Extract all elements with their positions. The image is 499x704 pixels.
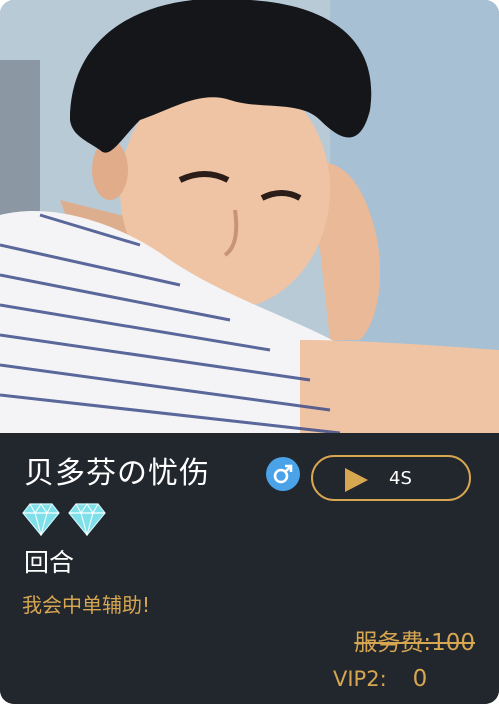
vip-price: 0 (412, 666, 428, 692)
male-symbol-icon (266, 457, 300, 491)
service-fee: 服务费:100 (354, 630, 475, 656)
vip-price-row: VIP2: 0 (333, 664, 427, 694)
diamond-icon (22, 502, 60, 537)
profile-photo[interactable] (0, 0, 499, 433)
diamond-icon (68, 502, 106, 537)
level-badges (22, 502, 106, 537)
game-name: 回合 (24, 548, 75, 577)
vip-label: VIP2: (333, 667, 387, 691)
player-card[interactable]: 贝多芬の忧伤 4S 回合 我会中单辅助! 服务费:100 VIP2: 0 (0, 0, 499, 704)
voice-play-button[interactable]: 4S (311, 455, 471, 501)
profile-photo-illustration (0, 0, 499, 433)
play-icon (343, 467, 369, 497)
service-fee-row: 服务费:100 (354, 627, 475, 659)
player-motto: 我会中单辅助! (22, 593, 151, 617)
player-name: 贝多芬の忧伤 (24, 456, 210, 491)
voice-duration: 4S (389, 468, 412, 489)
info-panel: 贝多芬の忧伤 4S 回合 我会中单辅助! 服务费:100 VIP2: 0 (0, 433, 499, 704)
